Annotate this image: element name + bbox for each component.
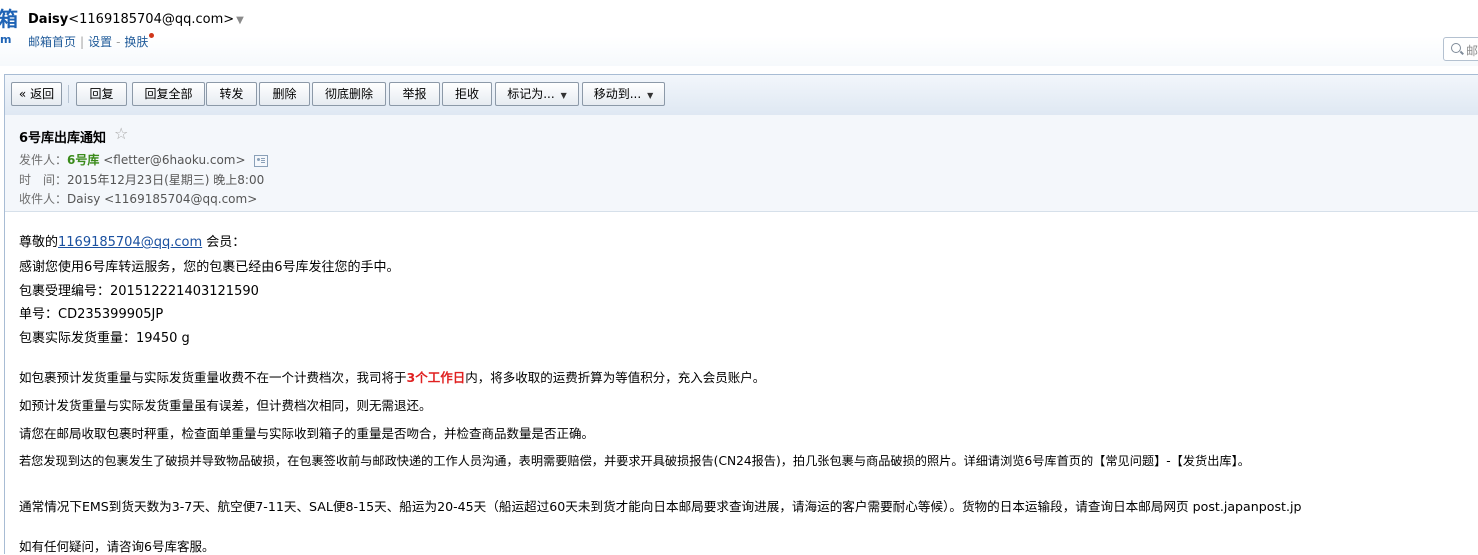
sender-name[interactable]: 6号库 — [67, 153, 99, 167]
time-value: 2015年12月23日(星期三) 晚上8:00 — [67, 173, 265, 187]
chevron-down-icon: ▼ — [560, 91, 567, 100]
member-email-link[interactable]: 1169185704@qq.com — [58, 235, 202, 250]
greeting-prefix: 尊敬的 — [19, 235, 59, 250]
reply-button[interactable]: 回复 — [76, 82, 127, 106]
mail-toolbar: « 返回 回复 回复全部 转发 删除 彻底删除 举报 拒收 标记为... ▼ 移动… — [5, 75, 1478, 116]
search-input[interactable]: 邮 — [1443, 37, 1478, 61]
time-row: 时 间：2015年12月23日(星期三) 晚上8:00 — [19, 171, 264, 188]
delete-permanently-button[interactable]: 彻底删除 — [312, 82, 386, 106]
top-nav: 邮箱首页 | 设置 - 换肤 — [28, 33, 155, 50]
sender-label: 发件人： — [19, 153, 68, 167]
move-to-label: 移动到... — [593, 87, 642, 101]
weight-line: 包裹实际发货重量：19450 g — [19, 327, 190, 346]
tracking-number-value: CD235399905JP — [58, 307, 164, 322]
move-to-dropdown[interactable]: 移动到... ▼ — [582, 82, 665, 106]
delivery-time-line: 通常情况下EMS到货天数为3-7天、航空便7-11天、SAL便8-15天、船运为… — [19, 499, 1302, 514]
nav-separator: | — [80, 35, 85, 49]
nav-separator: - — [116, 35, 121, 49]
recipient-label: 收件人： — [19, 192, 68, 206]
contact-support-line: 如有任何疑问，请咨询6号库客服。 — [19, 539, 215, 554]
mail-logo-fragment-sub: m — [0, 33, 12, 46]
sender-row: 发件人：6号库 <fletter@6haoku.com> — [19, 151, 268, 168]
refund-policy-line: 如包裹预计发货重量与实际发货重量收费不在一个计费档次，我司将于3个工作日内，将多… — [19, 367, 765, 386]
acceptance-number-label: 包裹受理编号： — [19, 284, 111, 299]
account-email: <1169185704@qq.com> — [68, 12, 235, 27]
recipient-value: Daisy <1169185704@qq.com> — [67, 192, 258, 206]
mark-as-label: 标记为... — [507, 87, 555, 101]
weight-label: 包裹实际发货重量： — [19, 331, 137, 346]
search-icon[interactable] — [1451, 43, 1461, 53]
account-name: Daisy — [28, 12, 69, 27]
reply-all-button[interactable]: 回复全部 — [132, 82, 205, 106]
mailbox-home-link[interactable]: 邮箱首页 — [28, 35, 76, 49]
acceptance-number-value: 201512221403121590 — [110, 284, 259, 299]
chevron-down-icon[interactable]: ▼ — [236, 15, 244, 26]
tracking-number-line: 单号：CD235399905JP — [19, 303, 163, 322]
skin-link[interactable]: 换肤 — [124, 35, 148, 49]
body-line: 感谢您使用6号库转运服务，您的包裹已经由6号库发往您的手中。 — [19, 260, 400, 275]
refund-policy-pre: 如包裹预计发货重量与实际发货重量收费不在一个计费档次，我司将于 — [19, 370, 407, 385]
greeting-line: 尊敬的1169185704@qq.com 会员： — [19, 231, 245, 250]
weigh-check-line: 请您在邮局收取包裹时秤重，检查面单重量与实际收到箱子的重量是否吻合，并检查商品数… — [19, 426, 595, 441]
acceptance-number-line: 包裹受理编号：201512221403121590 — [19, 280, 259, 299]
mark-as-dropdown[interactable]: 标记为... ▼ — [495, 82, 579, 106]
damage-claim-line: 若您发现到达的包裹发生了破损并导致物品破损，在包裹签收前与邮政快递的工作人员沟通… — [19, 454, 1250, 468]
no-refund-line: 如预计发货重量与实际发货重量虽有误差，但计费档次相同，则无需退还。 — [19, 398, 432, 413]
recipient-row: 收件人：Daisy <1169185704@qq.com> — [19, 190, 257, 207]
refund-deadline: 3个工作日 — [406, 370, 466, 385]
toolbar-separator — [68, 85, 69, 103]
reject-button[interactable]: 拒收 — [442, 82, 492, 106]
top-header: 箱 m Daisy<1169185704@qq.com> ▼ 邮箱首页 | 设置 - 换肤… — [0, 0, 1478, 66]
report-button[interactable]: 举报 — [389, 82, 440, 106]
contact-card-icon[interactable] — [253, 154, 268, 167]
settings-link[interactable]: 设置 — [88, 35, 112, 49]
greeting-suffix: 会员： — [202, 235, 246, 250]
tracking-number-label: 单号： — [19, 307, 59, 322]
star-icon[interactable]: ☆ — [114, 124, 128, 143]
mail-logo-fragment: 箱 — [0, 7, 18, 31]
refund-policy-post: 内，将多收取的运费折算为等值积分，充入会员账户。 — [465, 370, 766, 385]
new-dot-icon — [149, 33, 155, 38]
sender-email: <fletter@6haoku.com> — [103, 153, 246, 167]
account-menu[interactable]: Daisy<1169185704@qq.com> ▼ — [28, 12, 244, 27]
forward-button[interactable]: 转发 — [206, 82, 257, 106]
time-label: 时 间： — [19, 173, 68, 187]
search-placeholder: 邮 — [1466, 44, 1478, 58]
mail-subject: 6号库出库通知 — [19, 131, 107, 146]
back-button[interactable]: « 返回 — [11, 82, 62, 106]
mail-read-panel: « 返回 回复 回复全部 转发 删除 彻底删除 举报 拒收 标记为... ▼ 移动… — [4, 74, 1478, 554]
chevron-down-icon: ▼ — [647, 91, 654, 100]
delete-button[interactable]: 删除 — [259, 82, 310, 106]
weight-value: 19450 g — [136, 331, 190, 346]
